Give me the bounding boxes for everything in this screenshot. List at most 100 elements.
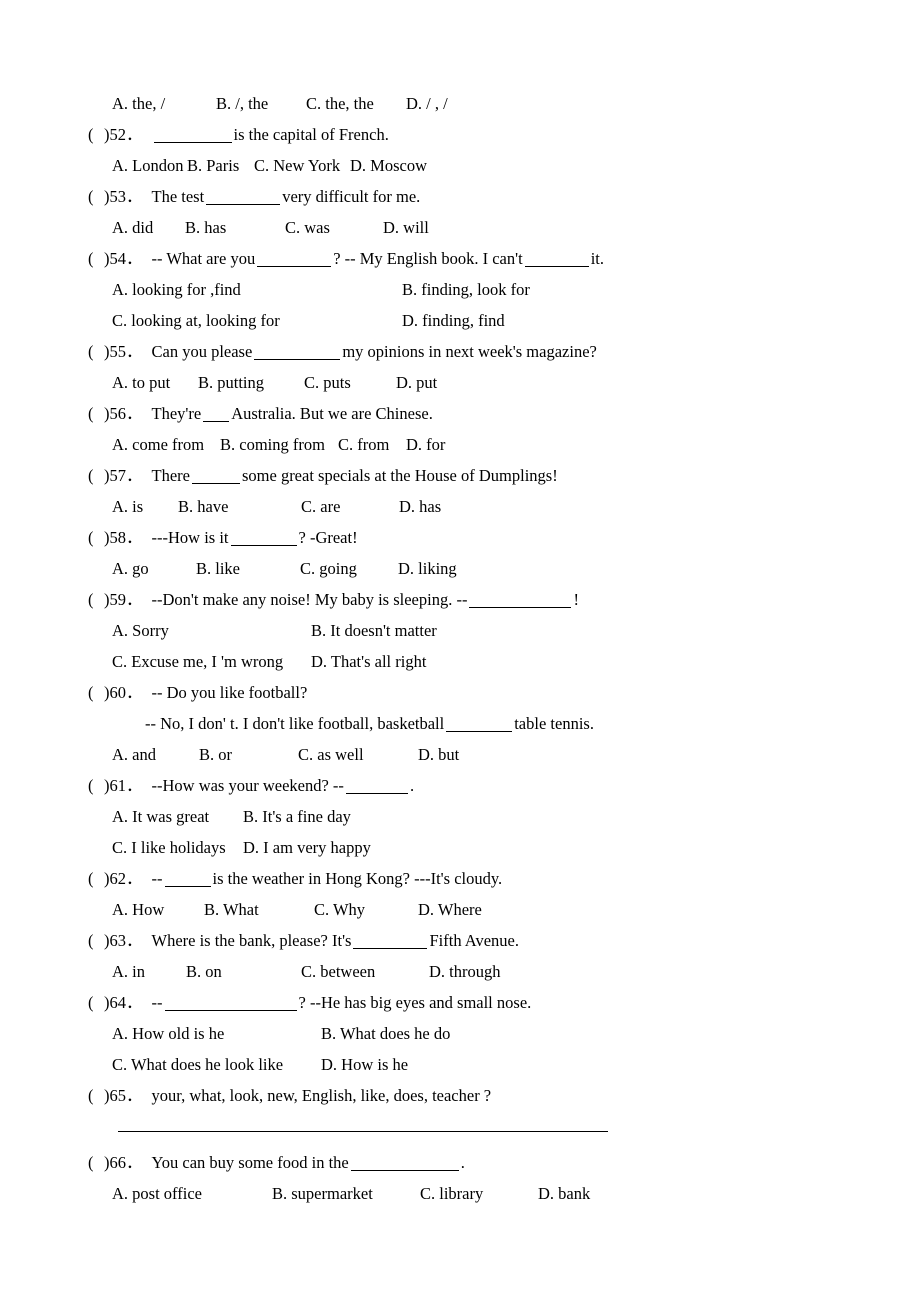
option-c[interactable]: C. library: [420, 1178, 538, 1209]
answer-paren-open[interactable]: (: [88, 119, 104, 150]
option-c[interactable]: C. the, the: [306, 88, 406, 119]
fill-blank[interactable]: [353, 935, 428, 949]
option-b[interactable]: B. has: [185, 212, 285, 243]
answer-paren-open[interactable]: (: [88, 863, 104, 894]
fill-blank[interactable]: [203, 408, 230, 422]
option-b[interactable]: B. finding, look for: [402, 274, 530, 305]
option-c[interactable]: C. New York: [254, 150, 350, 181]
answer-paren-open[interactable]: (: [88, 677, 104, 708]
answer-paren-open[interactable]: (: [88, 336, 104, 367]
option-b[interactable]: B. or: [199, 739, 298, 770]
answer-paren-open[interactable]: (: [88, 243, 104, 274]
option-d[interactable]: D. That's all right: [311, 646, 426, 677]
option-d[interactable]: D. How is he: [321, 1049, 408, 1080]
answer-paren-open[interactable]: (: [88, 398, 104, 429]
option-b[interactable]: B. Paris: [187, 150, 254, 181]
fill-blank[interactable]: [345, 780, 408, 794]
fill-blank[interactable]: [164, 873, 211, 887]
option-c[interactable]: C. from: [338, 429, 406, 460]
option-c[interactable]: C. puts: [304, 367, 396, 398]
fill-blank[interactable]: [257, 253, 332, 267]
option-d[interactable]: D. put: [396, 367, 437, 398]
answer-rule[interactable]: [118, 1131, 608, 1132]
option-a[interactable]: A. is: [112, 491, 178, 522]
option-a[interactable]: A. How old is he: [112, 1018, 224, 1049]
option-c[interactable]: C. Why: [314, 894, 418, 925]
answer-paren-open[interactable]: (: [88, 522, 104, 553]
answer-paren-open[interactable]: (: [88, 987, 104, 1018]
option-b[interactable]: B. /, the: [216, 88, 306, 119]
option-c[interactable]: C. I like holidays: [112, 832, 226, 863]
option-d[interactable]: D. through: [429, 956, 501, 987]
option-b[interactable]: B. have: [178, 491, 301, 522]
answer-paren-open[interactable]: (: [88, 770, 104, 801]
option-d[interactable]: D. has: [399, 491, 441, 522]
option-d[interactable]: D. will: [383, 212, 429, 243]
option-a[interactable]: A. did: [112, 212, 185, 243]
answer-paren-open[interactable]: (: [88, 181, 104, 212]
question-text-mid: ? -- My English book. I can't: [333, 249, 523, 268]
question-56-options: A. come from B. coming from C. from D. for: [88, 429, 848, 460]
option-c[interactable]: C. between: [301, 956, 429, 987]
option-b[interactable]: B. like: [196, 553, 300, 584]
option-b[interactable]: B. on: [186, 956, 301, 987]
option-a[interactable]: A. It was great: [112, 801, 209, 832]
option-c[interactable]: C. looking at, looking for: [112, 305, 280, 336]
fill-blank[interactable]: [350, 1157, 459, 1171]
option-d[interactable]: D. but: [418, 739, 459, 770]
question-60-continuation: -- No, I don' t. I don't like football, …: [88, 708, 848, 739]
option-b[interactable]: B. coming from: [220, 429, 338, 460]
option-c[interactable]: C. What does he look like: [112, 1049, 283, 1080]
option-a[interactable]: A. post office: [112, 1178, 272, 1209]
option-d[interactable]: D. finding, find: [402, 305, 505, 336]
option-c[interactable]: C. are: [301, 491, 399, 522]
option-b[interactable]: B. putting: [198, 367, 304, 398]
option-b[interactable]: B. It doesn't matter: [311, 615, 437, 646]
option-b[interactable]: B. It's a fine day: [243, 801, 351, 832]
question-65-answer-line[interactable]: [88, 1111, 848, 1147]
question-57-options: A. is B. have C. are D. has: [88, 491, 848, 522]
fill-blank[interactable]: [230, 532, 297, 546]
question-number: )57．: [104, 466, 143, 485]
fill-blank[interactable]: [206, 191, 281, 205]
answer-paren-open[interactable]: (: [88, 925, 104, 956]
option-d[interactable]: D. Where: [418, 894, 482, 925]
option-a[interactable]: A. London: [112, 150, 187, 181]
fill-blank[interactable]: [254, 346, 341, 360]
option-b[interactable]: B. What does he do: [321, 1018, 450, 1049]
option-a[interactable]: A. to put: [112, 367, 198, 398]
fill-blank[interactable]: [164, 997, 297, 1011]
option-d[interactable]: D. bank: [538, 1178, 590, 1209]
fill-blank[interactable]: [153, 129, 232, 143]
option-d[interactable]: D. I am very happy: [243, 832, 371, 863]
answer-paren-open[interactable]: (: [88, 584, 104, 615]
fill-blank[interactable]: [446, 718, 513, 732]
option-c[interactable]: C. Excuse me, I 'm wrong: [112, 646, 283, 677]
question-54-stem: ()54． -- What are you ? -- My English book…: [88, 243, 848, 274]
answer-paren-open[interactable]: (: [88, 1080, 104, 1111]
option-d[interactable]: D. liking: [398, 553, 457, 584]
option-d[interactable]: D. / , /: [406, 88, 448, 119]
option-c[interactable]: C. as well: [298, 739, 418, 770]
question-text-after: .: [409, 776, 415, 795]
option-a[interactable]: A. How: [112, 894, 204, 925]
fill-blank[interactable]: [469, 594, 572, 608]
fill-blank-2[interactable]: [524, 253, 589, 267]
option-a[interactable]: A. the, /: [112, 88, 216, 119]
option-d[interactable]: D. Moscow: [350, 150, 427, 181]
option-b[interactable]: B. supermarket: [272, 1178, 420, 1209]
fill-blank[interactable]: [191, 470, 240, 484]
option-a[interactable]: A. come from: [112, 429, 220, 460]
answer-paren-open[interactable]: (: [88, 1147, 104, 1178]
option-d[interactable]: D. for: [406, 429, 445, 460]
option-c[interactable]: C. going: [300, 553, 398, 584]
option-b[interactable]: B. What: [204, 894, 314, 925]
option-c[interactable]: C. was: [285, 212, 383, 243]
answer-paren-open[interactable]: (: [88, 460, 104, 491]
option-a[interactable]: A. looking for ,find: [112, 274, 241, 305]
question-text-before: --How was your weekend? --: [151, 776, 344, 795]
option-a[interactable]: A. Sorry: [112, 615, 169, 646]
option-a[interactable]: A. in: [112, 956, 186, 987]
option-a[interactable]: A. and: [112, 739, 199, 770]
option-a[interactable]: A. go: [112, 553, 196, 584]
